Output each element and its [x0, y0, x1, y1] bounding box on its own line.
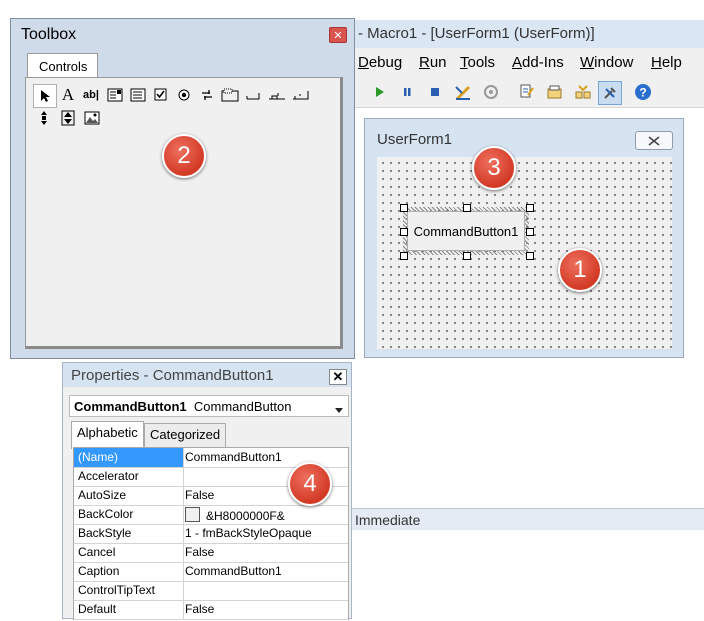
property-name: BackStyle	[74, 524, 184, 543]
property-name: (Name)	[74, 448, 184, 467]
resize-handle[interactable]	[400, 204, 408, 212]
checkbox-tool-icon[interactable]	[150, 84, 172, 106]
tab-controls[interactable]: Controls	[27, 53, 98, 78]
userform-title: UserForm1	[377, 131, 453, 148]
label-tool-icon[interactable]: A	[57, 84, 79, 106]
property-name: Cancel	[74, 543, 184, 562]
toolbox-window: Toolbox ✕ Controls A ab|	[10, 18, 355, 359]
object-type: CommandButton	[193, 399, 292, 414]
callout-badge: 2	[162, 134, 206, 178]
property-row[interactable]: Default False	[74, 600, 348, 620]
standard-toolbar: ?	[340, 76, 704, 108]
property-row[interactable]: BackStyle 1 - fmBackStyleOpaque	[74, 524, 348, 544]
combobox-tool-icon[interactable]	[104, 84, 126, 106]
callout-badge: 4	[288, 462, 332, 506]
commandbutton-tool-icon[interactable]	[242, 84, 264, 106]
close-icon[interactable]: ✕	[329, 369, 347, 385]
color-swatch	[185, 507, 200, 522]
property-row[interactable]: Caption CommandButton1	[74, 562, 348, 582]
resize-handle[interactable]	[400, 252, 408, 260]
property-name: Accelerator	[74, 467, 184, 486]
optionbutton-tool-icon[interactable]	[173, 84, 195, 106]
property-row[interactable]: BackColor &H8000000F&	[74, 505, 348, 525]
callout-badge: 1	[558, 248, 602, 292]
stop-icon[interactable]	[424, 81, 446, 103]
resize-handle[interactable]	[526, 228, 534, 236]
resize-handle[interactable]	[526, 204, 534, 212]
vba-window-title: - Macro1 - [UserForm1 (UserForm)]	[340, 20, 704, 48]
userform-designer[interactable]: UserForm1 CommandButton1	[364, 118, 684, 358]
menu-bar: Debug Run Tools Add-Ins Window Help	[340, 48, 704, 76]
menu-add-ins[interactable]: Add-Ins	[512, 54, 564, 71]
property-row[interactable]: Cancel False	[74, 543, 348, 563]
resize-handle[interactable]	[463, 204, 471, 212]
object-name: CommandButton1	[74, 399, 187, 414]
svg-text:?: ?	[639, 86, 646, 100]
menu-help[interactable]: Help	[651, 54, 682, 71]
property-name: AutoSize	[74, 486, 184, 505]
project-explorer-icon[interactable]	[480, 81, 502, 103]
select-objects-icon[interactable]	[33, 84, 57, 108]
multipage-tool-icon[interactable]	[290, 84, 312, 106]
toolbox-icon[interactable]	[598, 81, 622, 105]
togglebutton-tool-icon[interactable]	[196, 84, 218, 106]
project-tree-icon[interactable]	[572, 81, 594, 103]
close-icon[interactable]	[635, 131, 673, 150]
resize-handle[interactable]	[400, 228, 408, 236]
tab-categorized[interactable]: Categorized	[144, 423, 227, 449]
properties-window-icon[interactable]	[516, 81, 538, 103]
command-button[interactable]: CommandButton1	[407, 211, 525, 251]
frame-tool-icon[interactable]	[219, 84, 241, 106]
object-browser-icon[interactable]	[544, 81, 566, 103]
chevron-down-icon[interactable]	[334, 402, 344, 417]
help-icon[interactable]: ?	[632, 81, 654, 103]
callout-badge: 3	[472, 146, 516, 190]
spinbutton-tool-icon[interactable]	[57, 107, 79, 129]
listbox-tool-icon[interactable]	[127, 84, 149, 106]
menu-debug[interactable]: Debug	[358, 54, 402, 71]
properties-title: Properties - CommandButton1	[63, 363, 351, 387]
toolbox-controls-panel: A ab|	[25, 77, 343, 349]
tab-alphabetic[interactable]: Alphabetic	[71, 421, 144, 449]
immediate-window[interactable]	[340, 530, 704, 619]
property-name: Caption	[74, 562, 184, 581]
close-icon[interactable]: ✕	[329, 27, 347, 43]
design-mode-icon[interactable]	[452, 81, 474, 103]
textbox-tool-icon[interactable]: ab|	[80, 84, 102, 106]
object-selector[interactable]: CommandButton1 CommandButton	[69, 395, 349, 417]
menu-window[interactable]: Window	[580, 54, 633, 71]
pause-icon[interactable]	[396, 81, 418, 103]
tabstrip-tool-icon[interactable]	[266, 84, 288, 106]
property-name: Default	[74, 600, 184, 619]
resize-handle[interactable]	[526, 252, 534, 260]
property-value[interactable]: False	[185, 602, 214, 621]
menu-tools[interactable]: Tools	[460, 54, 495, 71]
immediate-window-title: Immediate	[340, 508, 704, 530]
property-name: BackColor	[74, 505, 184, 524]
property-name: ControlTipText	[74, 581, 184, 600]
menu-run[interactable]: Run	[419, 54, 447, 71]
userform-canvas[interactable]: CommandButton1	[377, 157, 672, 349]
property-row[interactable]: ControlTipText	[74, 581, 348, 601]
toolbox-title: Toolbox	[21, 26, 77, 43]
resize-handle[interactable]	[463, 252, 471, 260]
run-icon[interactable]	[368, 81, 390, 103]
image-tool-icon[interactable]	[81, 107, 103, 129]
scrollbar-tool-icon[interactable]	[33, 107, 55, 129]
